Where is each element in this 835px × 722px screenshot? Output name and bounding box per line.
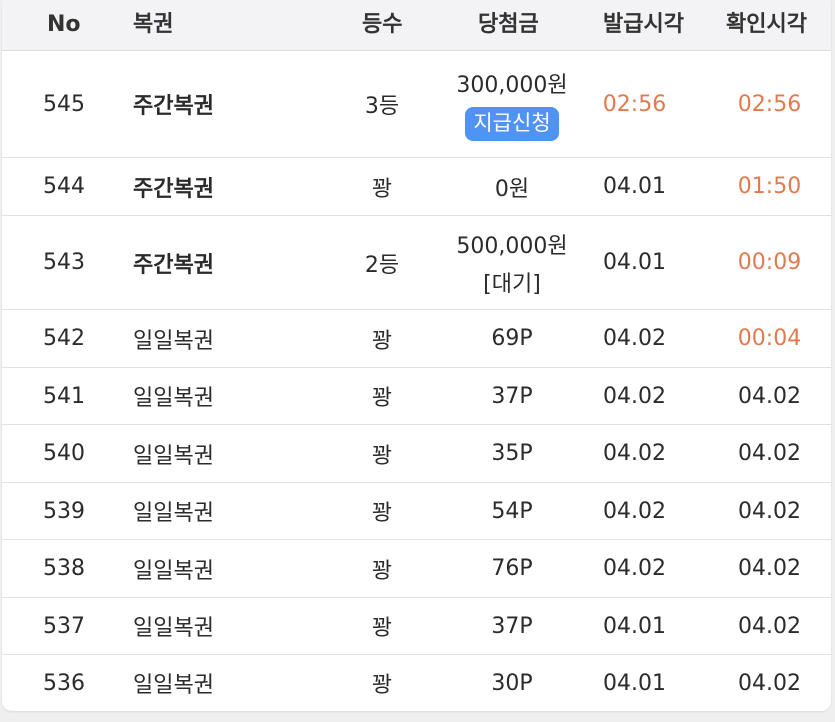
row-prize-cell: 37P xyxy=(432,598,592,654)
header-rank: 등수 xyxy=(362,12,403,37)
table-row: 538 일일복권 꽝 76P 04.02 04.02 xyxy=(2,540,831,598)
row-check-time: 04.02 xyxy=(738,670,801,696)
lottery-history-table: No 복권 등수 당첨금 발급시각 확인시각 545 주간복권 3등 300,0… xyxy=(2,0,831,711)
row-check-time: 01:50 xyxy=(737,174,802,199)
row-lottery: 일일복권 xyxy=(133,386,214,411)
row-prize: 0원 xyxy=(494,176,530,202)
row-lottery: 일일복권 xyxy=(133,558,214,584)
row-no: 541 xyxy=(43,383,85,409)
row-no: 545 xyxy=(43,91,85,117)
row-rank: 꽝 xyxy=(371,501,393,526)
row-prize-cell: 0원 xyxy=(432,158,592,215)
row-rank: 꽝 xyxy=(371,386,393,411)
prize-status: [대기] xyxy=(483,271,541,297)
row-lottery: 일일복권 xyxy=(133,443,214,469)
row-issue-time: 04.01 xyxy=(603,174,666,199)
row-prize-cell: 300,000원 지급신청 xyxy=(432,51,592,157)
header-check-time: 확인시각 xyxy=(726,12,807,37)
row-rank: 꽝 xyxy=(371,328,393,354)
row-prize-cell: 54P xyxy=(432,483,592,539)
row-prize: 54P xyxy=(491,498,533,524)
row-issue-time: 02:56 xyxy=(602,91,667,117)
row-issue-time: 04.02 xyxy=(603,556,666,581)
row-check-time: 04.02 xyxy=(738,441,801,466)
payment-request-button[interactable]: 지급신청 xyxy=(465,107,559,141)
row-prize: 35P xyxy=(491,441,533,466)
row-check-time: 04.02 xyxy=(738,613,801,639)
row-lottery: 일일복권 xyxy=(133,616,214,641)
row-issue-time: 04.02 xyxy=(603,326,666,351)
row-prize-cell: 500,000원 [대기] xyxy=(432,216,592,309)
row-issue-time: 04.02 xyxy=(603,383,666,409)
table-row: 541 일일복권 꽝 37P 04.02 04.02 xyxy=(2,368,831,425)
row-lottery: 주간복권 xyxy=(133,176,214,202)
header-lottery: 복권 xyxy=(133,12,174,37)
row-prize: 37P xyxy=(491,383,533,409)
row-prize-cell: 69P xyxy=(432,310,592,367)
row-rank: 2등 xyxy=(364,252,400,278)
row-rank: 꽝 xyxy=(371,558,393,584)
row-no: 537 xyxy=(43,613,85,639)
table-row: 536 일일복권 꽝 30P 04.01 04.02 xyxy=(2,655,831,711)
table-row: 543 주간복권 2등 500,000원 [대기] 04.01 00:09 xyxy=(2,216,831,310)
row-issue-time: 04.01 xyxy=(603,670,666,696)
row-prize-cell: 76P xyxy=(432,540,592,597)
row-no: 542 xyxy=(43,326,85,351)
row-lottery: 주간복권 xyxy=(133,252,214,278)
table-row: 544 주간복권 꽝 0원 04.01 01:50 xyxy=(2,158,831,216)
row-check-time: 00:09 xyxy=(737,250,802,275)
row-lottery: 주간복권 xyxy=(133,94,214,119)
row-prize: 69P xyxy=(491,326,533,351)
row-lottery: 일일복권 xyxy=(133,673,214,698)
row-no: 539 xyxy=(43,498,85,524)
row-issue-time: 04.01 xyxy=(603,613,666,639)
header-no: No xyxy=(47,12,81,37)
row-no: 543 xyxy=(43,250,85,275)
row-prize: 500,000원 xyxy=(456,233,568,259)
row-prize: 37P xyxy=(491,613,533,639)
row-check-time: 02:56 xyxy=(737,91,802,117)
table-row: 542 일일복권 꽝 69P 04.02 00:04 xyxy=(2,310,831,368)
table-row: 539 일일복권 꽝 54P 04.02 04.02 xyxy=(2,483,831,540)
table-row: 537 일일복권 꽝 37P 04.01 04.02 xyxy=(2,598,831,655)
row-no: 540 xyxy=(43,441,85,466)
table-header: No 복권 등수 당첨금 발급시각 확인시각 xyxy=(2,0,831,51)
row-issue-time: 04.02 xyxy=(603,498,666,524)
row-check-time: 04.02 xyxy=(738,498,801,524)
row-rank: 3등 xyxy=(364,94,400,119)
row-check-time: 04.02 xyxy=(738,383,801,409)
row-issue-time: 04.02 xyxy=(603,441,666,466)
row-rank: 꽝 xyxy=(371,616,393,641)
row-prize: 30P xyxy=(491,670,533,696)
row-check-time: 00:04 xyxy=(737,326,802,351)
row-no: 544 xyxy=(43,174,85,199)
row-lottery: 일일복권 xyxy=(133,328,214,354)
row-rank: 꽝 xyxy=(371,443,393,469)
table-row: 545 주간복권 3등 300,000원 지급신청 02:56 02:56 xyxy=(2,51,831,158)
row-prize: 300,000원 xyxy=(456,73,568,98)
row-no: 538 xyxy=(43,556,85,581)
header-prize: 당첨금 xyxy=(478,12,539,37)
table-row: 540 일일복권 꽝 35P 04.02 04.02 xyxy=(2,425,831,483)
row-rank: 꽝 xyxy=(371,176,393,202)
row-issue-time: 04.01 xyxy=(603,250,666,275)
header-issue-time: 발급시각 xyxy=(603,12,684,37)
row-rank: 꽝 xyxy=(371,673,393,698)
row-check-time: 04.02 xyxy=(738,556,801,581)
row-prize-cell: 37P xyxy=(432,368,592,424)
row-lottery: 일일복권 xyxy=(133,501,214,526)
row-prize-cell: 30P xyxy=(432,655,592,711)
row-prize-cell: 35P xyxy=(432,425,592,482)
row-prize: 76P xyxy=(491,556,533,581)
row-no: 536 xyxy=(43,670,85,696)
